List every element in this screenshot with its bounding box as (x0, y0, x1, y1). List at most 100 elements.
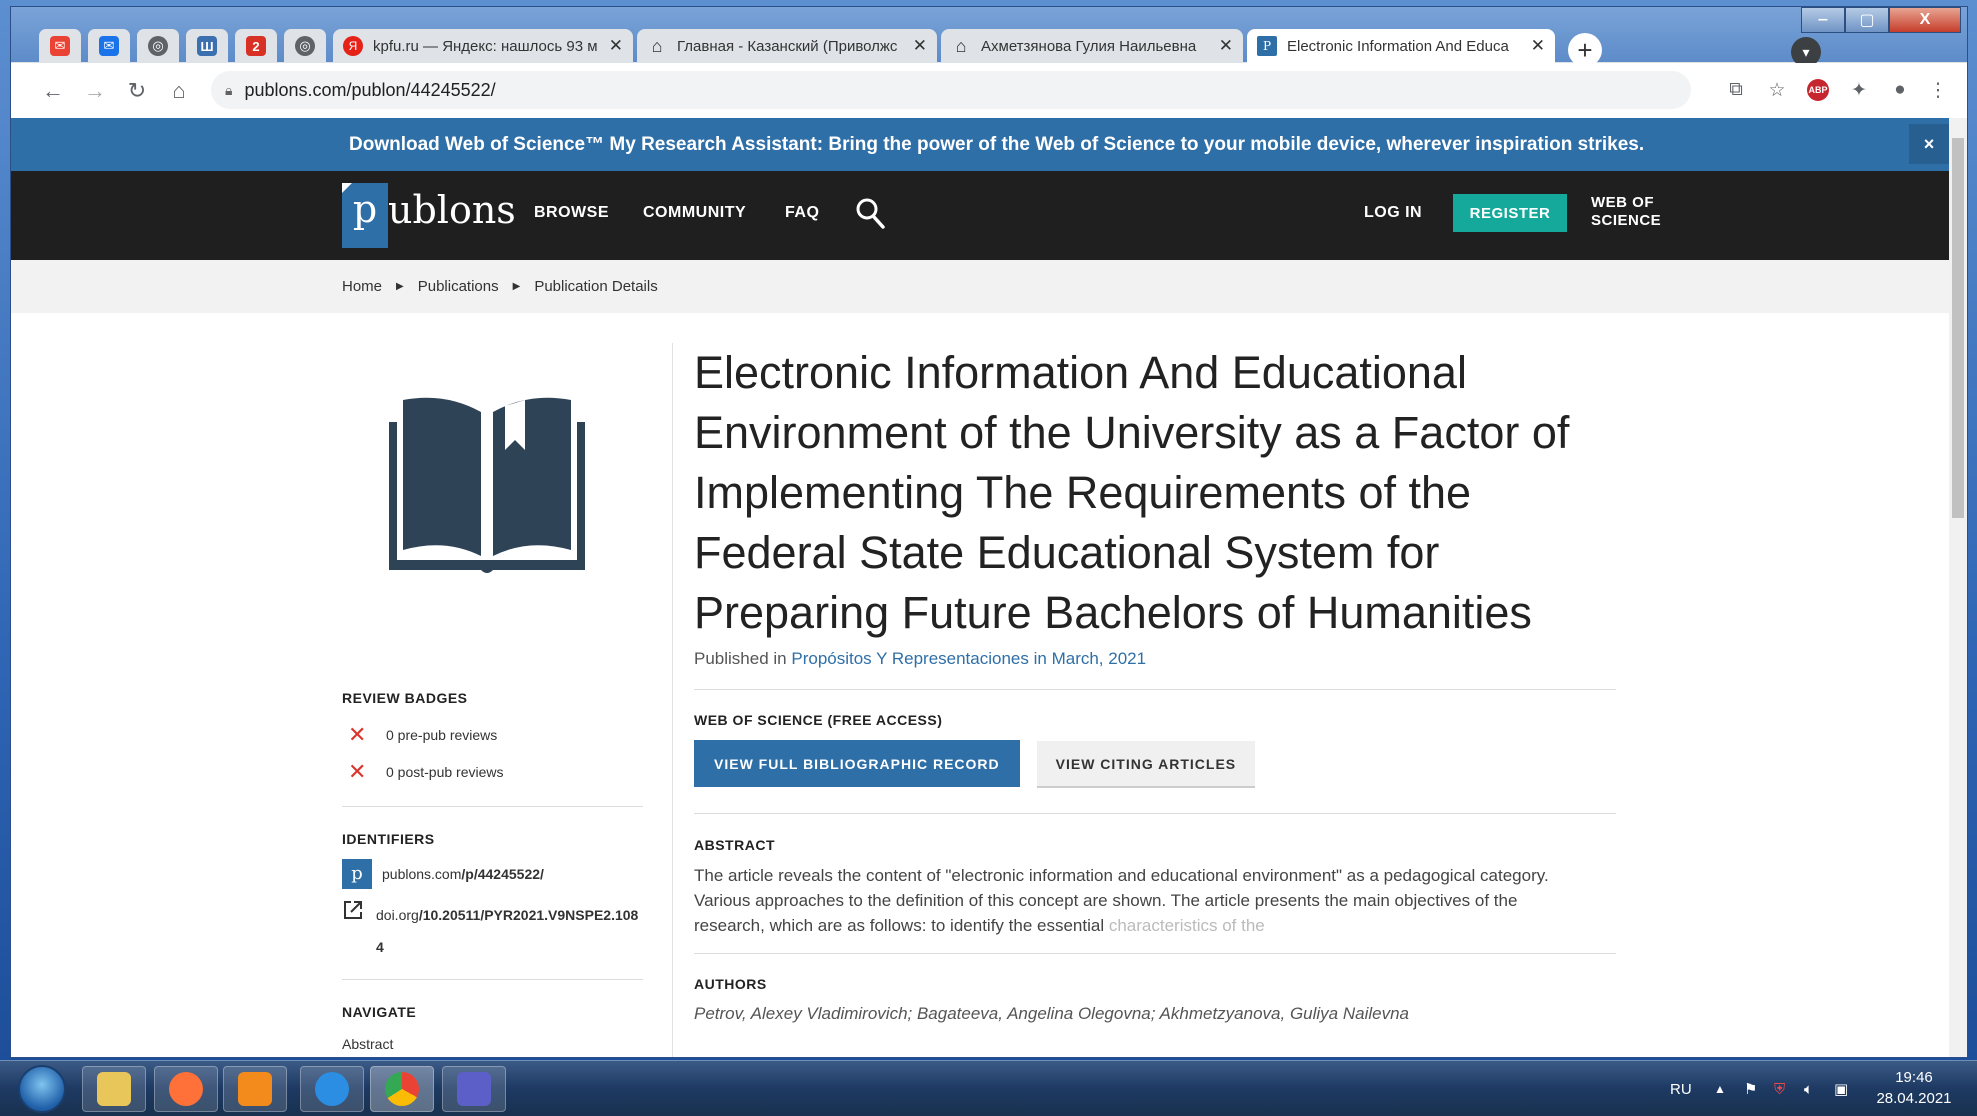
cross-icon: ✕ (348, 758, 367, 784)
nav-faq[interactable]: FAQ (785, 204, 819, 222)
flag-icon[interactable]: ⚑ (1744, 1061, 1757, 1116)
pinned-tab-gmail[interactable]: ✉ (39, 29, 81, 63)
banner-close-button[interactable]: × (1909, 124, 1949, 164)
chrome-icon (385, 1072, 419, 1106)
address-bar[interactable]: 🔒︎ publons.com/publon/44245522/ (211, 71, 1691, 109)
tab-profile[interactable]: ⌂ Ахметзянова Гулия Наильевна ✕ (941, 29, 1243, 63)
publons-identifier[interactable]: p publons.com/p/44245522/ (342, 857, 643, 891)
publons-favicon: P (1257, 36, 1277, 56)
abstract-line: The article reveals the content of "elec… (694, 866, 1549, 885)
breadcrumb-publications[interactable]: Publications (418, 278, 499, 295)
search-icon[interactable] (855, 197, 885, 237)
back-icon[interactable]: ← (33, 71, 73, 111)
divider (342, 806, 643, 807)
authors-list[interactable]: Petrov, Alexey Vladimirovich; Bagateeva,… (694, 1004, 1616, 1024)
extensions-icon[interactable]: ✦ (1844, 75, 1874, 105)
pinned-tab-globe[interactable]: ◎ (137, 29, 179, 63)
profile-icon[interactable]: ● (1885, 75, 1915, 105)
tab-kpfu-main[interactable]: ⌂ Главная - Казанский (Приволжс ✕ (637, 29, 937, 63)
publons-prefix: publons.com (382, 866, 462, 882)
scrollbar-thumb[interactable] (1952, 138, 1964, 518)
tab-title: Главная - Казанский (Приволжс (677, 37, 898, 55)
register-button[interactable]: REGISTER (1453, 194, 1567, 232)
teams-icon (457, 1072, 491, 1106)
web-of-science-link[interactable]: WEB OF SCIENCE (1591, 194, 1661, 230)
page-title: Electronic Information And Educational E… (694, 347, 1570, 638)
security-icon[interactable]: ⛨ (1774, 1061, 1785, 1116)
page-scrollbar[interactable] (1949, 118, 1967, 1057)
firefox-button[interactable] (154, 1066, 218, 1112)
published-prefix: Published in (694, 649, 787, 668)
clock-date: 28.04.2021 (1876, 1090, 1952, 1107)
translate-icon[interactable]: ⧉ (1721, 75, 1751, 105)
pinned-tab-app2[interactable]: 2 (235, 29, 277, 63)
pinned-tab-app[interactable]: Ш (186, 29, 228, 63)
tab-publons[interactable]: P Electronic Information And Educa ✕ (1247, 29, 1555, 63)
reload-icon[interactable]: ↻ (117, 71, 157, 111)
system-clock[interactable]: 19:46 28.04.2021 (1864, 1067, 1964, 1109)
publons-icon: p (342, 859, 372, 889)
badge-post-pub: ✕ 0 post-pub reviews (342, 753, 643, 790)
close-window-button[interactable]: X (1889, 7, 1961, 33)
media-player-button[interactable] (223, 1066, 287, 1112)
new-tab-button[interactable]: + (1568, 33, 1602, 67)
close-icon[interactable]: ✕ (609, 36, 623, 56)
institution-icon: ⌂ (955, 35, 967, 56)
minimize-button[interactable]: ‒ (1801, 7, 1845, 33)
tab-title: Ахметзянова Гулия Наильевна (981, 37, 1197, 55)
banner-text[interactable]: Download Web of Science™ My Research Ass… (349, 134, 1644, 156)
file-explorer-button[interactable] (82, 1066, 146, 1112)
nav-community[interactable]: COMMUNITY (643, 204, 746, 222)
publons-logo[interactable]: p ublons (342, 183, 516, 248)
close-icon[interactable]: ✕ (913, 36, 927, 56)
globe-icon: ◎ (148, 36, 168, 56)
menu-icon[interactable]: ⋮ (1923, 75, 1953, 105)
close-icon[interactable]: ✕ (1531, 36, 1545, 56)
clock-time: 19:46 (1895, 1069, 1933, 1086)
doi-identifier[interactable]: doi.org/10.20511/PYR2021.V9NSPE2.1084 (342, 899, 643, 963)
wos-line1: WEB OF (1591, 194, 1654, 211)
divider (694, 953, 1616, 954)
nav-browse[interactable]: BROWSE (534, 204, 609, 222)
pinned-tab-globe2[interactable]: ◎ (284, 29, 326, 63)
wos-access-heading: WEB OF SCIENCE (FREE ACCESS) (694, 712, 943, 728)
close-icon[interactable]: ✕ (1219, 36, 1233, 56)
chrome-button[interactable] (370, 1066, 434, 1112)
logo-text: ublons (388, 187, 516, 232)
breadcrumb-home[interactable]: Home (342, 278, 382, 295)
volume-icon[interactable]: 🔈︎ (1804, 1061, 1813, 1116)
show-hidden-icons[interactable]: ▲ (1714, 1061, 1726, 1116)
gmail-icon: ✉ (50, 36, 70, 56)
identifiers-heading: IDENTIFIERS (342, 831, 435, 847)
tab-title: kpfu.ru — Яндекс: нашлось 93 м (373, 37, 598, 55)
wos-actions: VIEW FULL BIBLIOGRAPHIC RECORD VIEW CITIN… (694, 740, 1616, 788)
teams-button[interactable] (442, 1066, 506, 1112)
badge-pre-pub-label: 0 pre-pub reviews (386, 726, 498, 743)
internet-explorer-button[interactable] (300, 1066, 364, 1112)
review-badges-heading: REVIEW BADGES (342, 690, 468, 706)
pinned-tab-mail[interactable]: ✉ (88, 29, 130, 63)
breadcrumb-current: Publication Details (534, 278, 658, 295)
navigate-heading: NAVIGATE (342, 1004, 417, 1020)
navigate-abstract-link[interactable]: Abstract (342, 1036, 643, 1052)
firefox-icon (169, 1072, 203, 1106)
language-indicator[interactable]: RU (1670, 1061, 1692, 1116)
bookmark-app-icon: Ш (197, 36, 217, 56)
view-full-record-button[interactable]: VIEW FULL BIBLIOGRAPHIC RECORD (694, 740, 1020, 787)
login-link[interactable]: LOG IN (1364, 204, 1422, 222)
forward-icon[interactable]: → (75, 71, 115, 111)
site-navbar: p ublons BROWSE COMMUNITY FAQ LOG IN REG… (11, 171, 1951, 260)
abstract-text: The article reveals the content of "elec… (694, 863, 1616, 938)
view-citing-articles-button[interactable]: VIEW CITING ARTICLES (1036, 741, 1256, 788)
network-icon[interactable]: ▣ (1834, 1061, 1848, 1116)
tab-strip: ✉ ✉ ◎ Ш 2 ◎ Я kpfu.ru — Яндекс: нашлось … (11, 7, 1967, 67)
globe-icon: ◎ (295, 36, 315, 56)
home-icon[interactable]: ⌂ (159, 71, 199, 111)
journal-link[interactable]: Propósitos Y Representaciones (791, 649, 1029, 668)
maximize-button[interactable]: ▢ (1845, 7, 1889, 33)
bookmark-star-icon[interactable]: ☆ (1762, 75, 1792, 105)
tab-yandex[interactable]: Я kpfu.ru — Яндекс: нашлось 93 м ✕ (333, 29, 633, 63)
adblock-icon[interactable]: ABP (1803, 75, 1833, 105)
start-button[interactable] (18, 1065, 66, 1113)
browser-chrome: ✉ ✉ ◎ Ш 2 ◎ Я kpfu.ru — Яндекс: нашлось … (11, 7, 1967, 118)
